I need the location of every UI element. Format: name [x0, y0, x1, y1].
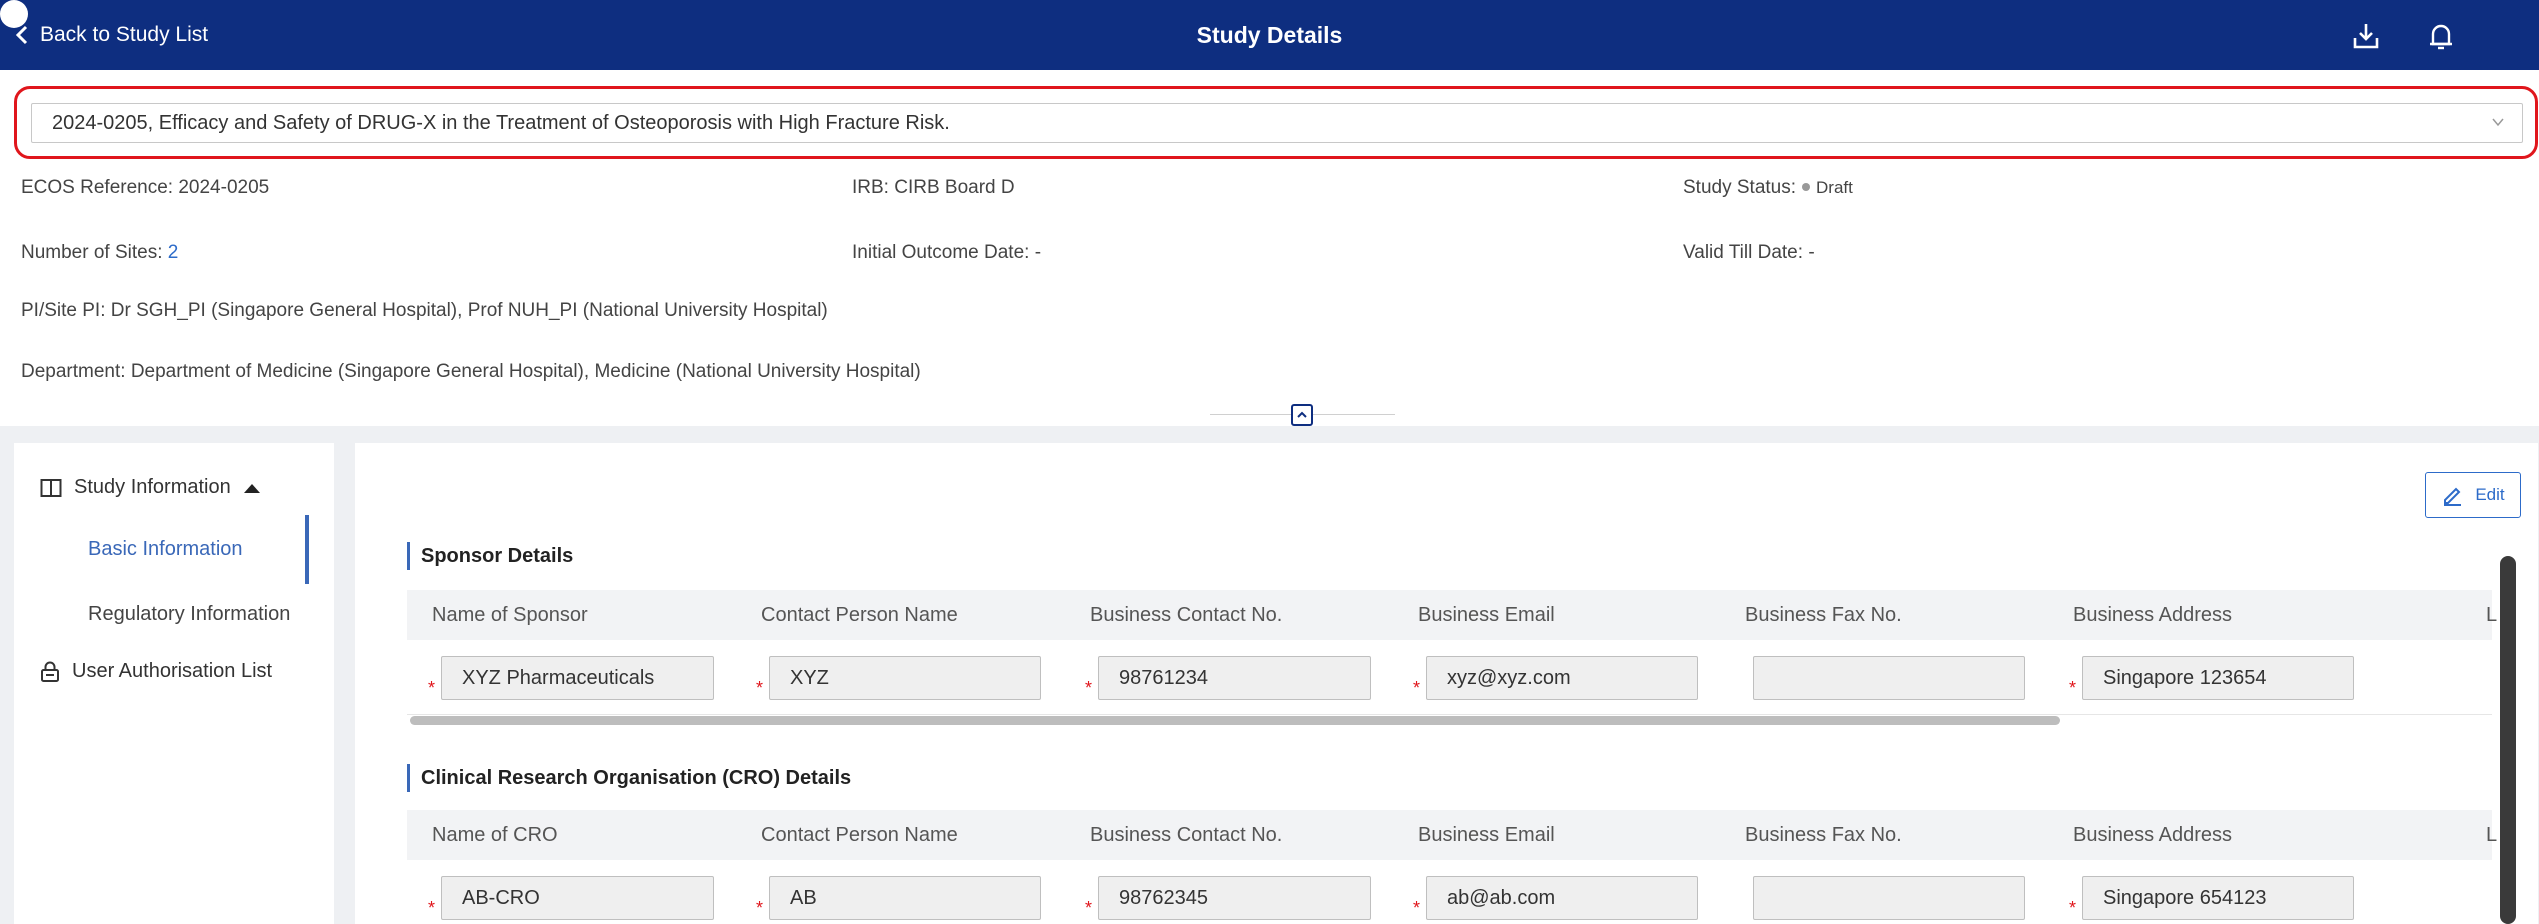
required-asterisk: *: [2069, 898, 2077, 918]
required-asterisk: *: [2069, 678, 2077, 698]
download-icon[interactable]: [2350, 20, 2382, 52]
column-header: Business Address: [2073, 824, 2232, 846]
sponsor-address-field[interactable]: Singapore 123654: [2082, 656, 2354, 700]
caret-up-icon: [243, 483, 260, 493]
column-header: L: [2486, 604, 2498, 626]
required-asterisk: *: [756, 678, 764, 698]
sidebar-item-basic-information[interactable]: Basic Information: [88, 538, 243, 561]
column-header: Business Fax No.: [1745, 824, 1902, 846]
department: Department: Department of Medicine (Sing…: [21, 361, 921, 382]
required-asterisk: *: [1413, 678, 1421, 698]
column-header: Business Email: [1418, 824, 1555, 846]
column-header: Business Address: [2073, 604, 2232, 626]
column-header: Contact Person Name: [761, 824, 958, 846]
active-indicator: [305, 515, 309, 584]
status-dot: [1802, 182, 1811, 191]
sidebar-item-study-information[interactable]: Study Information: [40, 476, 261, 499]
study-status: Study Status: Draft: [1683, 177, 1853, 198]
sponsor-email-field[interactable]: xyz@xyz.com: [1426, 656, 1698, 700]
cro-email-field[interactable]: ab@ab.com: [1426, 876, 1698, 920]
cro-contact-person-field[interactable]: AB: [769, 876, 1041, 920]
ecos-reference: ECOS Reference: 2024-0205: [21, 177, 270, 198]
column-header: Business Email: [1418, 604, 1555, 626]
sidebar-item-regulatory-information[interactable]: Regulatory Information: [88, 603, 290, 626]
sponsor-fax-field[interactable]: [1753, 656, 2025, 700]
column-header: Name of CRO: [432, 824, 558, 846]
sidebar-item-user-authorisation-list[interactable]: User Authorisation List: [40, 660, 272, 683]
highlighted-study-selector: 2024-0205, Efficacy and Safety of DRUG-X…: [14, 86, 2538, 159]
sponsor-details-title: Sponsor Details: [407, 542, 573, 570]
number-of-sites-link[interactable]: 2: [168, 242, 179, 263]
number-of-sites: Number of Sites: 2: [21, 242, 179, 263]
required-asterisk: *: [428, 678, 436, 698]
edit-button[interactable]: Edit: [2425, 472, 2521, 518]
lock-icon: [41, 661, 59, 682]
status-badge: Draft: [1816, 178, 1853, 197]
cro-contact-no-field[interactable]: 98762345: [1098, 876, 1371, 920]
sponsor-contact-person-field[interactable]: XYZ: [769, 656, 1041, 700]
column-header: Contact Person Name: [761, 604, 958, 626]
cro-address-field[interactable]: Singapore 654123: [2082, 876, 2354, 920]
sponsor-horizontal-scrollbar[interactable]: [410, 716, 2060, 725]
required-asterisk: *: [756, 898, 764, 918]
required-asterisk: *: [1085, 898, 1093, 918]
top-bar: Back to Study List Study Details: [0, 0, 2539, 70]
cro-details-title: Clinical Research Organisation (CRO) Det…: [407, 764, 851, 792]
page-title: Study Details: [1196, 22, 1343, 48]
vertical-scrollbar[interactable]: [2500, 556, 2516, 924]
divider: [407, 714, 2492, 715]
required-asterisk: *: [1085, 678, 1093, 698]
column-header: Business Contact No.: [1090, 604, 1283, 626]
initial-outcome-date: Initial Outcome Date: -: [852, 242, 1042, 263]
required-asterisk: *: [428, 898, 436, 918]
required-asterisk: *: [1413, 898, 1421, 918]
chevron-down-icon: [2492, 118, 2504, 127]
pencil-icon: [2444, 487, 2462, 506]
column-header: Business Fax No.: [1745, 604, 1902, 626]
cro-name-field[interactable]: AB-CRO: [441, 876, 714, 920]
column-header: Business Contact No.: [1090, 824, 1283, 846]
valid-till-date: Valid Till Date: -: [1683, 242, 1815, 263]
book-icon: [40, 478, 62, 497]
chevron-up-icon: [1297, 411, 1307, 418]
study-select[interactable]: 2024-0205, Efficacy and Safety of DRUG-X…: [31, 103, 2523, 143]
sidebar: [14, 443, 334, 924]
pi-site-pi: PI/Site PI: Dr SGH_PI (Singapore General…: [21, 300, 828, 321]
sponsor-contact-no-field[interactable]: 98761234: [1098, 656, 1371, 700]
collapse-summary-button[interactable]: [1291, 404, 1313, 426]
study-select-value: 2024-0205, Efficacy and Safety of DRUG-X…: [52, 111, 950, 134]
irb: IRB: CIRB Board D: [852, 177, 1015, 198]
column-header: L: [2486, 824, 2498, 846]
sponsor-name-field[interactable]: XYZ Pharmaceuticals: [441, 656, 714, 700]
cro-fax-field[interactable]: [1753, 876, 2025, 920]
bell-icon[interactable]: [2425, 20, 2457, 52]
column-header: Name of Sponsor: [432, 604, 588, 626]
